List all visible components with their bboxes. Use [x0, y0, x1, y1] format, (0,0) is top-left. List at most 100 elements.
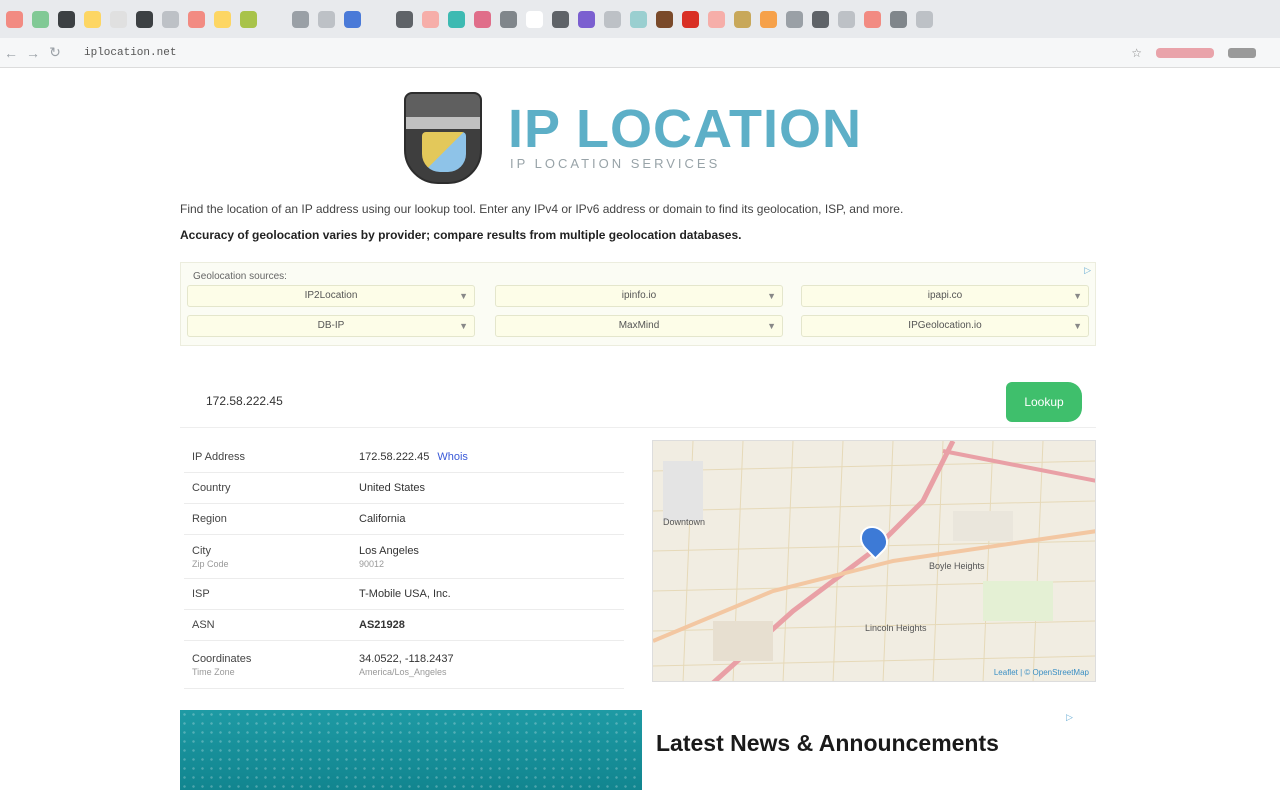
tab-favicon-icon[interactable]	[552, 10, 569, 28]
table-row: City Zip Code Los Angeles 90012	[184, 535, 624, 579]
row-key: Coordinates Time Zone	[192, 652, 252, 677]
tab-favicon-icon[interactable]	[214, 10, 231, 28]
tab-favicon-icon[interactable]	[682, 10, 699, 28]
row-value: 34.0522, -118.2437 America/Los_Angeles	[359, 652, 454, 677]
lookup-button[interactable]: Lookup	[1006, 382, 1082, 422]
tab-favicon-icon[interactable]	[578, 10, 595, 28]
map-label: Boyle Heights	[929, 561, 985, 571]
intro-line-2: Accuracy of geolocation varies by provid…	[180, 228, 742, 242]
ip-details-table: IP Address 172.58.222.45 Whois Country Un…	[184, 442, 624, 689]
tab-favicon-icon[interactable]	[240, 10, 257, 28]
address-bar[interactable]: iplocation.net	[84, 47, 176, 59]
row-value: United States	[359, 482, 426, 494]
table-row: Region California	[184, 504, 624, 535]
tab-favicon-icon[interactable]	[708, 10, 725, 28]
chevron-down-icon: ▼	[459, 291, 468, 301]
map-attribution[interactable]: Leaflet | © OpenStreetMap	[994, 668, 1089, 677]
news-heading: Latest News & Announcements	[656, 730, 999, 756]
tab-favicon-icon[interactable]	[786, 10, 803, 28]
logo-subtitle: IP LOCATION SERVICES	[510, 156, 721, 171]
adchoices-icon[interactable]: ▷	[1066, 712, 1073, 723]
ip-search-input[interactable]	[192, 386, 992, 416]
intro-line-1: Find the location of an IP address using…	[180, 202, 904, 216]
tab-favicon-icon[interactable]	[604, 10, 621, 28]
row-value: 172.58.222.45 Whois	[359, 451, 468, 463]
profile-button[interactable]	[1228, 47, 1256, 58]
tab-favicon-icon[interactable]	[344, 10, 361, 28]
source-select-6[interactable]: IPGeolocation.io ▼	[801, 315, 1089, 337]
whois-link[interactable]: Whois	[437, 451, 468, 463]
arrow-right-icon[interactable]: →	[22, 45, 44, 61]
tab-favicon-icon[interactable]	[422, 10, 439, 28]
tab-favicon-icon[interactable]	[500, 10, 517, 28]
source-select-2[interactable]: ipinfo.io ▼	[495, 285, 783, 307]
tab-favicon-icon[interactable]	[448, 10, 465, 28]
tab-favicon-icon[interactable]	[188, 10, 205, 28]
source-select-3[interactable]: ipapi.co ▼	[801, 285, 1089, 307]
tab-favicon-icon[interactable]	[864, 10, 881, 28]
arrow-left-icon[interactable]: ←	[0, 45, 22, 61]
tab-favicon-icon[interactable]	[760, 10, 777, 28]
row-key: City Zip Code	[192, 544, 229, 569]
tab-favicon-icon[interactable]	[162, 10, 179, 28]
tab-favicon-icon[interactable]	[266, 10, 283, 28]
chevron-down-icon: ▼	[459, 321, 468, 331]
browser-toolbar: ← → ↻ iplocation.net ☆	[0, 38, 1280, 68]
table-row: ASN AS21928	[184, 610, 624, 641]
tab-favicon-icon[interactable]	[916, 10, 933, 28]
chevron-down-icon: ▼	[1073, 321, 1082, 331]
logo-title: IP LOCATION	[508, 99, 863, 159]
map-label: Lincoln Heights	[865, 623, 927, 633]
crest-icon	[404, 92, 482, 184]
sources-label: Geolocation sources:	[193, 271, 287, 282]
tab-favicon-icon[interactable]	[734, 10, 751, 28]
map-label: Downtown	[663, 517, 706, 527]
row-key: IP Address	[192, 451, 245, 463]
tab-favicon-icon[interactable]	[474, 10, 491, 28]
intro-text: Find the location of an IP address using…	[180, 196, 1100, 248]
map-tiles	[653, 441, 1095, 681]
tab-favicon-icon[interactable]	[656, 10, 673, 28]
reload-icon[interactable]: ↻	[44, 44, 66, 61]
tab-favicon-icon[interactable]	[838, 10, 855, 28]
row-value: T-Mobile USA, Inc.	[359, 588, 451, 600]
tab-favicon-icon[interactable]	[110, 10, 127, 28]
source-select-4[interactable]: DB-IP ▼	[187, 315, 475, 337]
row-value: Los Angeles 90012	[359, 544, 419, 569]
toolbar-extensions: ☆	[1131, 46, 1256, 60]
chevron-down-icon: ▼	[767, 321, 776, 331]
site-logo[interactable]: IP LOCATION IP LOCATION SERVICES	[400, 88, 900, 188]
location-map[interactable]: Downtown Boyle Heights Lincoln Heights L…	[652, 440, 1096, 682]
tab-favicon-icon[interactable]	[84, 10, 101, 28]
promo-banner-image[interactable]	[180, 710, 642, 790]
chevron-down-icon: ▼	[767, 291, 776, 301]
chevron-down-icon: ▼	[1073, 291, 1082, 301]
tab-favicon-icon[interactable]	[32, 10, 49, 28]
tab-favicon-icon[interactable]	[6, 10, 23, 28]
star-icon[interactable]: ☆	[1131, 46, 1142, 60]
tab-favicon-icon[interactable]	[396, 10, 413, 28]
tab-favicon-icon[interactable]	[292, 10, 309, 28]
tab-favicon-icon[interactable]	[318, 10, 335, 28]
tab-favicon-icon[interactable]	[526, 10, 543, 28]
row-key: Region	[192, 513, 227, 525]
row-key: ISP	[192, 588, 210, 600]
tab-favicon-icon[interactable]	[812, 10, 829, 28]
table-row: IP Address 172.58.222.45 Whois	[184, 442, 624, 473]
source-select-5[interactable]: MaxMind ▼	[495, 315, 783, 337]
row-value: AS21928	[359, 619, 405, 631]
tab-favicon-icon[interactable]	[890, 10, 907, 28]
tab-favicon-icon[interactable]	[630, 10, 647, 28]
table-row: Coordinates Time Zone 34.0522, -118.2437 A…	[184, 641, 624, 689]
row-key: Country	[192, 482, 231, 494]
ip-search-form: Lookup	[180, 374, 1096, 428]
source-select-1[interactable]: IP2Location ▼	[187, 285, 475, 307]
tab-favicon-icon[interactable]	[136, 10, 153, 28]
adchoices-icon[interactable]: ▷	[1084, 265, 1091, 276]
table-row: Country United States	[184, 473, 624, 504]
geolocation-sources-panel: Geolocation sources: ▷ IP2Location ▼ ipin…	[180, 262, 1096, 346]
table-row: ISP T-Mobile USA, Inc.	[184, 579, 624, 610]
tab-favicon-icon[interactable]	[58, 10, 75, 28]
tab-favicon-icon[interactable]	[370, 10, 387, 28]
extension-badge[interactable]	[1156, 47, 1214, 58]
